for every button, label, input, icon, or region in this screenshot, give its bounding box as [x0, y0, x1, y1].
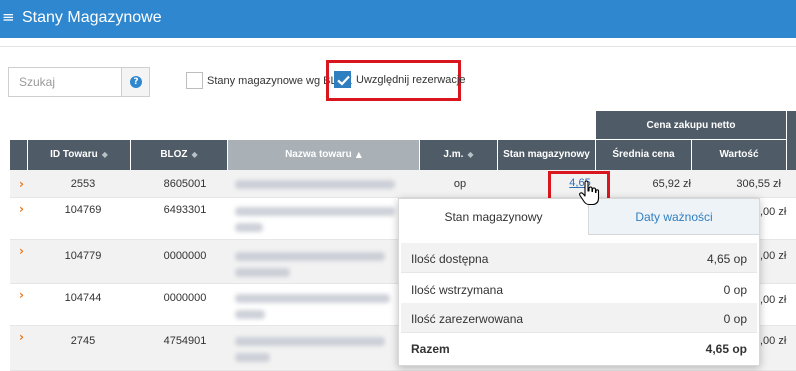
sort-both-icon: ◆ [191, 150, 198, 159]
hamburger-menu-icon[interactable]: ≡ [2, 10, 15, 25]
sort-both-icon: ◆ [467, 150, 474, 159]
cell-id: 104779 [64, 250, 102, 262]
cell-value: ,00 zł [760, 335, 787, 347]
tab-stan-magazynowy[interactable]: Stan magazynowy [399, 199, 589, 235]
expand-arrow-icon[interactable]: › [19, 202, 24, 216]
popup-row-value: 0 op [723, 283, 747, 297]
sort-both-icon: ◆ [101, 150, 108, 159]
expand-arrow-icon[interactable]: › [19, 288, 24, 302]
popup-row-label: Ilość zarezerwowana [411, 312, 524, 326]
search-input[interactable] [9, 68, 121, 96]
check-icon [337, 75, 350, 86]
expand-column-header [10, 140, 28, 170]
blurred-product-name [235, 268, 290, 277]
column-header-bloz[interactable]: BLOZ ◆ [131, 140, 228, 170]
column-header-bloz-label: BLOZ [160, 149, 188, 160]
column-header-jm-label: J.m. [443, 149, 464, 160]
popup-row-held: Ilość wstrzymana 0 op [401, 274, 757, 304]
column-header-id-label: ID Towaru [50, 149, 98, 160]
cell-bloz: 6493301 [163, 204, 207, 216]
blurred-product-name [235, 207, 395, 216]
tab-daty-waznosci[interactable]: Daty ważności [589, 199, 759, 235]
cell-value: ,00 zł [760, 294, 787, 306]
cell-bloz: 0000000 [163, 292, 207, 304]
column-header-id[interactable]: ID Towaru ◆ [28, 140, 131, 170]
column-header-avg-price[interactable]: Średnia cena [596, 140, 692, 170]
column-header-name[interactable]: Nazwa towaru ▲ [228, 140, 420, 170]
table-row[interactable]: › 2553 8605001 op 4,65 65,92 zł 306,55 z… [10, 170, 796, 198]
column-header-avg-price-label: Średnia cena [612, 149, 675, 160]
cell-jm: op [453, 178, 467, 190]
reservations-checkbox-label: Uwzględnij rezerwacje [356, 74, 466, 86]
popup-row-available: Ilość dostępna 4,65 op [401, 243, 757, 273]
column-header-stock[interactable]: Stan magazynowy [498, 140, 596, 170]
popup-row-label: Ilość dostępna [411, 252, 489, 266]
purchase-price-group-header: Cena zakupu netto [596, 111, 786, 140]
blurred-product-name [235, 252, 385, 261]
search-help-button[interactable]: ? [121, 68, 149, 96]
popup-row-reserved: Ilość zarezerwowana 0 op [401, 303, 757, 333]
blurred-product-name [235, 223, 263, 232]
expand-arrow-icon[interactable]: › [19, 330, 24, 344]
blurred-product-name [235, 294, 390, 303]
column-header-jm[interactable]: J.m. ◆ [420, 140, 498, 170]
cell-id: 2553 [70, 178, 96, 190]
cell-id: 104769 [64, 204, 102, 216]
expand-arrow-icon[interactable]: › [19, 244, 24, 258]
popup-row-label: Ilość wstrzymana [411, 283, 504, 297]
cell-value: 306,55 zł [736, 178, 781, 190]
column-header-name-label: Nazwa towaru [285, 149, 352, 160]
blurred-product-name [235, 337, 385, 346]
hand-cursor-icon [579, 180, 600, 206]
column-header-value-label: Wartość [719, 149, 759, 160]
column-header-stock-label: Stan magazynowy [503, 149, 590, 160]
page-title: Stany Magazynowe [22, 9, 162, 26]
expand-arrow-icon[interactable]: › [19, 177, 24, 191]
popup-row-label: Razem [411, 342, 450, 356]
popup-row-total: Razem 4,65 op [401, 333, 757, 363]
header-cutoff [787, 111, 796, 170]
cell-bloz: 0000000 [163, 250, 207, 262]
cell-value: ,00 zł [760, 206, 787, 218]
blurred-product-name [235, 180, 395, 189]
blurred-product-name [235, 310, 265, 319]
popup-row-value: 0 op [723, 312, 747, 326]
app-header: ≡ Stany Magazynowe [0, 0, 796, 38]
cell-id: 104744 [64, 292, 102, 304]
question-circle-icon: ? [130, 76, 142, 88]
popup-row-value: 4,65 op [706, 252, 747, 266]
cell-bloz: 4754901 [163, 335, 207, 347]
blurred-product-name [235, 353, 270, 362]
divider [0, 46, 796, 47]
cell-avg-price: 65,92 zł [652, 178, 691, 190]
cell-bloz: 8605001 [163, 178, 207, 190]
cell-value: ,00 zł [760, 250, 787, 262]
reservations-checkbox[interactable] [334, 71, 351, 88]
cell-id: 2745 [70, 335, 96, 347]
search-box: ? [8, 67, 150, 97]
bloz-checkbox[interactable] [186, 72, 203, 89]
stock-details-popup: Stan magazynowy Daty ważności Ilość dost… [398, 198, 760, 366]
column-header-value[interactable]: Wartość [692, 140, 787, 170]
popup-row-value: 4,65 op [705, 342, 747, 356]
sort-asc-icon: ▲ [355, 150, 362, 159]
